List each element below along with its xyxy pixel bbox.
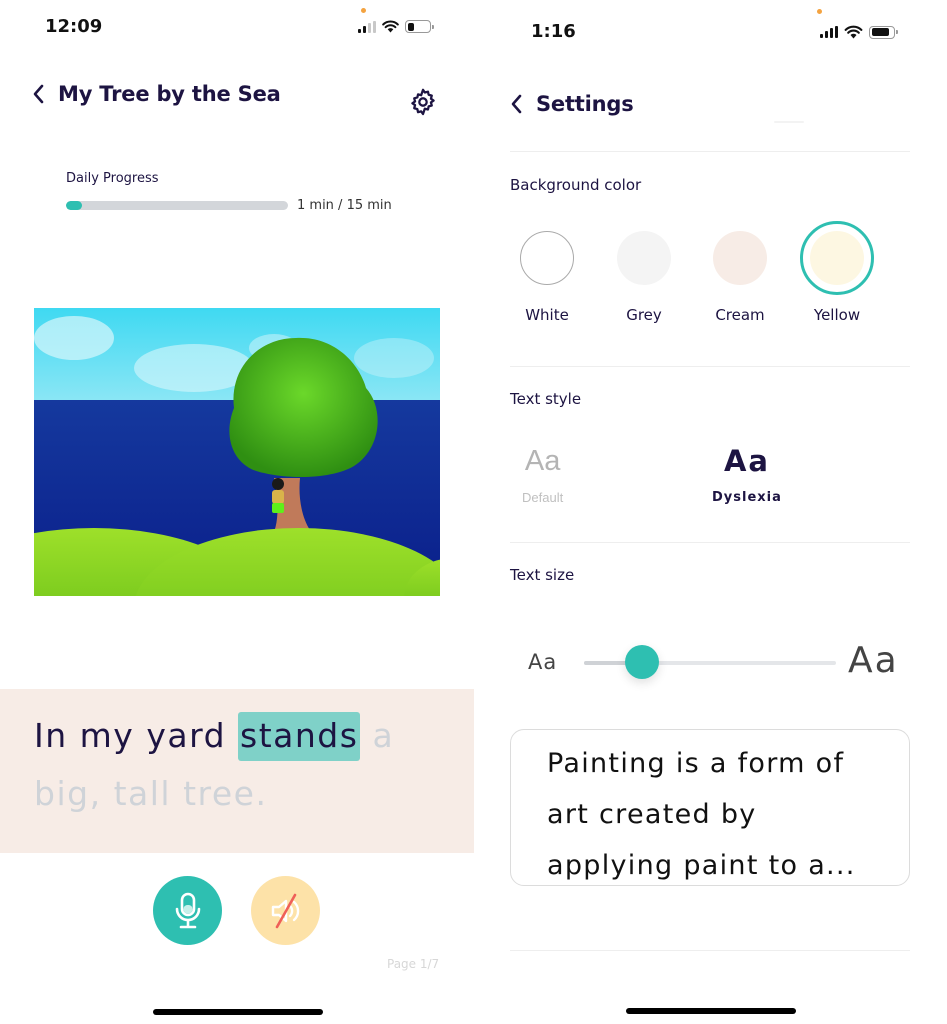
text-size-slider[interactable] [584,661,836,665]
text-size-small-sample: Aa [528,650,558,674]
back-button[interactable] [32,83,46,105]
story-title: My Tree by the Sea [58,82,281,106]
bg-option-white[interactable]: White [502,221,592,324]
home-indicator[interactable] [153,1009,323,1015]
chevron-left-icon [33,84,44,104]
swatch-white [520,231,574,285]
page-indicator: Page 1/7 [387,957,440,971]
battery-icon [869,25,898,39]
swatch-grey [617,231,671,285]
divider [510,151,910,152]
style-name: Dyslexia [712,490,782,505]
reading-panel: In my yard stands a big, tall tree. [0,689,474,853]
selected-ring [800,221,874,295]
text-style-label: Text style [510,390,582,408]
wifi-icon [382,20,399,33]
background-color-label: Background color [510,176,642,194]
gear-icon [411,88,435,116]
status-icons [820,25,898,39]
speaker-muted-icon [271,893,299,928]
settings-title: Settings [536,92,634,116]
privacy-indicator-dot [361,8,366,13]
scroll-hint [774,121,804,123]
battery-icon [405,20,434,33]
reading-word-unread[interactable]: tree. [183,774,267,813]
microphone-button[interactable] [153,876,222,945]
microphone-icon [175,892,200,928]
home-indicator[interactable] [626,1008,796,1014]
text-preview-box: Painting is a form of art created by app… [510,729,910,886]
bg-option-yellow[interactable]: Yellow [792,221,882,324]
slider-thumb[interactable] [624,645,659,679]
signal-icon [358,20,376,33]
swatch-label: Yellow [813,306,861,324]
swatch-label: White [525,306,569,324]
swatch-yellow [810,231,864,285]
daily-progress-bar [66,201,288,210]
status-icons [358,20,434,33]
reading-word-current[interactable]: stands [238,712,361,761]
reading-word-unread[interactable]: tall [114,774,172,813]
signal-icon [820,26,838,38]
style-name: Default [522,490,564,505]
reading-word-unread[interactable]: a [372,716,394,755]
bg-option-cream[interactable]: Cream [695,221,785,324]
status-time: 1:16 [531,21,576,42]
privacy-indicator-dot [817,9,822,14]
swatch-label: Grey [626,306,662,324]
status-time: 12:09 [45,16,103,37]
text-size-large-sample: Aa [848,640,899,681]
reading-text: In my yard stands a big, tall tree. [34,707,454,823]
style-sample: Aa [524,445,561,477]
swatch-cream [713,231,767,285]
divider [510,366,910,367]
wifi-icon [844,25,863,39]
reading-screen: 12:09 My Tree by the Sea Daily Progress [0,0,474,1024]
divider [510,542,910,543]
bg-option-grey[interactable]: Grey [599,221,689,324]
reading-word-read[interactable]: yard [146,716,226,755]
reading-word-read[interactable]: In [34,716,68,755]
text-style-default[interactable]: Aa Default [522,444,563,505]
text-size-label: Text size [510,566,575,584]
back-button[interactable] [510,93,524,115]
swatch-label: Cream [715,306,765,324]
divider [510,950,910,951]
daily-progress-label: Daily Progress [66,171,159,186]
style-sample: Aa [723,444,770,478]
settings-button[interactable] [406,85,440,119]
daily-progress-text: 1 min / 15 min [297,198,392,213]
story-illustration [34,308,440,596]
audio-toggle-button[interactable] [251,876,320,945]
child-figure [272,478,284,513]
reading-word-read[interactable]: my [80,716,135,755]
illustration-graphic [34,308,440,596]
text-style-dyslexia[interactable]: Aa Dyslexia [712,444,782,505]
chevron-left-icon [511,94,522,114]
daily-progress-fill [66,201,82,210]
reading-word-unread[interactable]: big, [34,774,102,813]
preview-text: Painting is a form of art created by app… [547,748,856,881]
settings-screen: 1:16 Settings Background color White Gre… [474,0,947,1024]
nav-header: Settings [510,92,634,116]
nav-header: My Tree by the Sea [32,82,281,106]
